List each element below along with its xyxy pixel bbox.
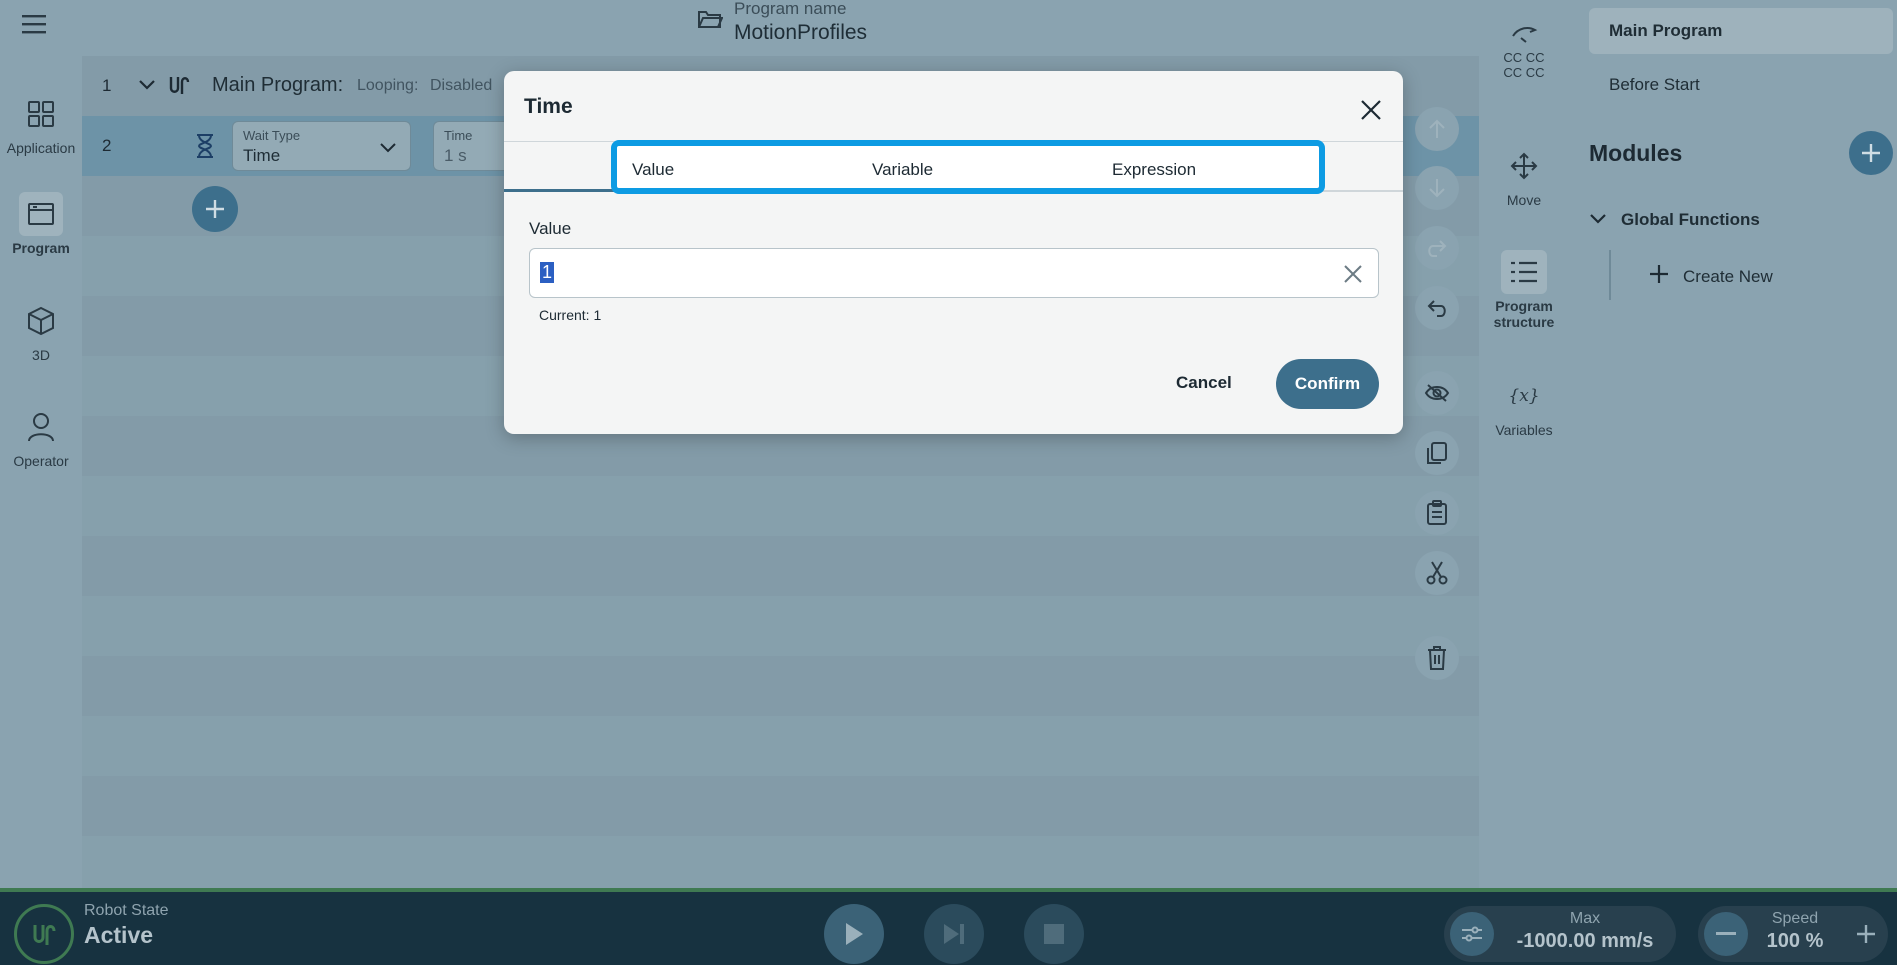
close-icon[interactable] bbox=[1356, 95, 1386, 125]
tree-row-empty bbox=[82, 836, 1479, 896]
program-structure-panel: Main Program Before Start Modules Global… bbox=[1569, 0, 1897, 888]
play-button[interactable] bbox=[824, 904, 884, 964]
header: Program name MotionProfiles bbox=[82, 0, 1479, 56]
undo-icon[interactable] bbox=[1415, 286, 1459, 330]
nav-operator[interactable]: Operator bbox=[0, 405, 82, 469]
chevron-down-icon bbox=[1589, 210, 1607, 230]
nav-operator-label: Operator bbox=[13, 453, 69, 469]
delete-trash-icon[interactable] bbox=[1415, 636, 1459, 680]
program-window-icon bbox=[19, 192, 63, 236]
add-module-button[interactable] bbox=[1849, 131, 1893, 175]
list-icon bbox=[1501, 250, 1547, 294]
value-input[interactable]: 1 bbox=[529, 248, 1379, 298]
chevron-down-icon bbox=[380, 140, 396, 158]
footer-bar: Robot State Active Max -1000.00 mm/s Spe… bbox=[0, 888, 1897, 965]
cut-scissors-icon[interactable] bbox=[1415, 551, 1459, 595]
tab-group-highlight: Value Variable Expression bbox=[611, 140, 1325, 194]
main-program-title: Main Program: bbox=[212, 74, 344, 96]
wait-type-select[interactable]: Wait Type Time bbox=[232, 121, 411, 171]
main-program-item[interactable]: Main Program bbox=[1589, 8, 1893, 54]
time-value: 1 s bbox=[444, 146, 467, 165]
wait-type-label: Wait Type bbox=[243, 128, 301, 143]
looping-label: Looping: bbox=[357, 77, 419, 94]
row-number: 2 bbox=[102, 136, 112, 155]
rs-program-structure[interactable]: Program structure bbox=[1479, 250, 1569, 330]
cube-icon bbox=[19, 299, 63, 343]
rs-variables[interactable]: {x} Variables bbox=[1479, 374, 1569, 438]
tree-row-empty bbox=[82, 596, 1479, 656]
redo-icon[interactable] bbox=[1415, 226, 1459, 270]
right-tool-strip: CC CC CC CC Move Program structure {x} V… bbox=[1479, 0, 1569, 888]
rs-program-structure-label: Program structure bbox=[1493, 298, 1555, 330]
nav-application[interactable]: Application bbox=[0, 92, 82, 156]
left-navigation: Application Program 3D Operator bbox=[0, 0, 82, 888]
wait-type-value: Time bbox=[243, 146, 281, 165]
tree-connector-line bbox=[1609, 250, 1611, 300]
robot-state-label: Robot State bbox=[84, 902, 169, 919]
tcp-selector[interactable]: CC CC CC CC bbox=[1479, 20, 1569, 80]
person-icon bbox=[19, 405, 63, 449]
nav-3d[interactable]: 3D bbox=[0, 299, 82, 363]
variables-icon: {x} bbox=[1508, 386, 1540, 406]
before-start-item[interactable]: Before Start bbox=[1609, 75, 1700, 95]
max-speed-control[interactable]: Max -1000.00 mm/s bbox=[1444, 906, 1676, 962]
value-input-text: 1 bbox=[540, 262, 555, 283]
step-button[interactable] bbox=[924, 904, 984, 964]
nav-3d-label: 3D bbox=[32, 347, 50, 363]
plus-icon bbox=[1649, 264, 1669, 289]
program-name[interactable]: MotionProfiles bbox=[734, 21, 867, 45]
copy-icon[interactable] bbox=[1415, 431, 1459, 475]
max-label: Max bbox=[1569, 910, 1601, 927]
dialog-tab-bar: Value Variable Expression bbox=[504, 140, 1403, 194]
stop-button[interactable] bbox=[1024, 904, 1084, 964]
time-dialog: Time Value Variable Expression Value 1 C… bbox=[504, 71, 1403, 434]
time-field[interactable]: Time 1 s bbox=[433, 121, 513, 171]
add-node-button[interactable] bbox=[192, 186, 238, 232]
looping-value: Disabled bbox=[430, 77, 493, 94]
folder-icon[interactable] bbox=[697, 8, 724, 35]
create-new-button[interactable]: Create New bbox=[1649, 264, 1773, 289]
rs-variables-label: Variables bbox=[1495, 422, 1553, 438]
dialog-title: Time bbox=[524, 95, 573, 118]
modules-heading: Modules bbox=[1589, 140, 1683, 166]
program-name-label: Program name bbox=[734, 0, 847, 18]
move-arrows-icon bbox=[1501, 144, 1547, 188]
ur-logo-icon bbox=[168, 74, 190, 101]
rs-move[interactable]: Move bbox=[1479, 144, 1569, 208]
tab-value[interactable]: Value bbox=[632, 160, 674, 180]
plus-icon[interactable] bbox=[1848, 916, 1884, 952]
nav-program-label: Program bbox=[12, 240, 70, 256]
move-down-icon[interactable] bbox=[1415, 166, 1459, 210]
nav-application-label: Application bbox=[6, 140, 76, 156]
robot-state-icon[interactable] bbox=[14, 904, 74, 964]
hourglass-icon bbox=[196, 133, 214, 164]
active-tab-indicator bbox=[504, 189, 614, 192]
row-number: 1 bbox=[102, 76, 112, 95]
create-new-label: Create New bbox=[1683, 266, 1773, 286]
tree-row-empty bbox=[82, 716, 1479, 776]
global-functions-label: Global Functions bbox=[1621, 210, 1760, 229]
paste-clipboard-icon[interactable] bbox=[1415, 491, 1459, 535]
cancel-button[interactable]: Cancel bbox=[1176, 373, 1232, 393]
tcp-label: CC CC CC CC bbox=[1503, 50, 1545, 80]
hide-eye-icon[interactable] bbox=[1415, 371, 1459, 415]
rs-move-label: Move bbox=[1506, 192, 1542, 208]
tab-variable[interactable]: Variable bbox=[872, 160, 933, 180]
tool-hand-icon bbox=[1501, 20, 1547, 50]
tab-expression[interactable]: Expression bbox=[1112, 160, 1196, 180]
clear-input-icon[interactable] bbox=[1340, 261, 1366, 287]
value-field-label: Value bbox=[529, 219, 572, 238]
confirm-button[interactable]: Confirm bbox=[1276, 359, 1379, 409]
global-functions-group[interactable]: Global Functions bbox=[1589, 208, 1760, 232]
current-value-text: Current: 1 bbox=[539, 307, 602, 323]
time-label: Time bbox=[444, 128, 473, 143]
nav-program[interactable]: Program bbox=[0, 192, 82, 256]
grid-icon bbox=[19, 92, 63, 136]
hamburger-menu-icon[interactable] bbox=[22, 14, 54, 38]
robot-state-value: Active bbox=[84, 922, 154, 948]
tree-row-empty bbox=[82, 476, 1479, 536]
move-up-icon[interactable] bbox=[1415, 107, 1459, 151]
chevron-down-icon[interactable] bbox=[138, 78, 156, 96]
max-value: -1000.00 mm/s bbox=[1516, 930, 1654, 952]
